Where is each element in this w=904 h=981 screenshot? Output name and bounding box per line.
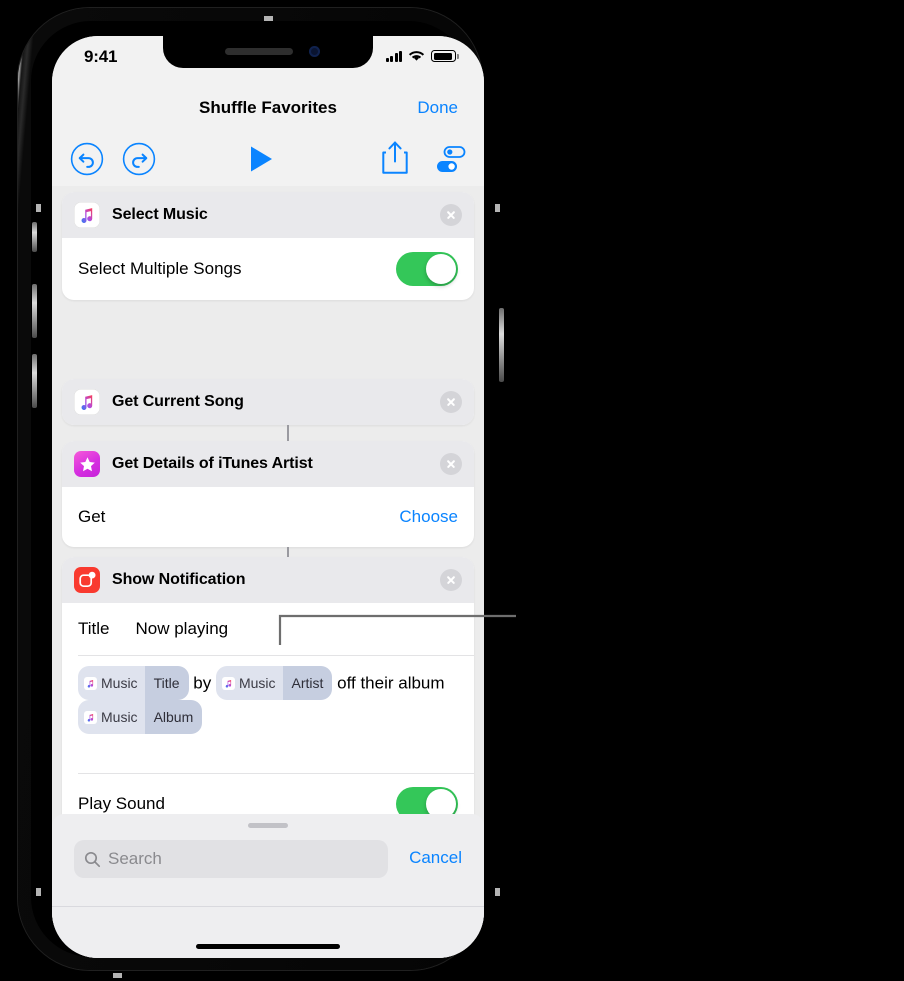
notification-text-by: by [193, 673, 212, 693]
apple-music-icon [221, 676, 235, 690]
notification-text-off-their: off their [337, 673, 394, 693]
row-label: Get [78, 507, 106, 526]
action-title: Show Notification [112, 571, 246, 588]
redo-icon[interactable] [122, 142, 156, 181]
status-time: 9:41 [84, 47, 118, 66]
antenna-line [495, 888, 500, 896]
token-music-album[interactable]: Music Album [78, 700, 203, 734]
apple-music-icon [84, 676, 97, 690]
itunes-star-icon [74, 451, 100, 477]
action-card-select-music[interactable]: Select Music Select Multiple Songs [62, 192, 474, 300]
wifi-icon [408, 51, 425, 61]
notification-body-field[interactable]: Music Title by Music Artist off their al… [62, 655, 474, 773]
action-row-get[interactable]: Get Choose [62, 487, 474, 547]
remove-action-button[interactable] [440, 453, 462, 475]
divider [52, 906, 484, 907]
action-row-select-multiple-songs[interactable]: Select Multiple Songs [62, 238, 474, 300]
search-placeholder: Search [108, 849, 162, 868]
token-music-title[interactable]: Music Title [78, 666, 189, 700]
antenna-line [36, 204, 41, 212]
divider [78, 655, 474, 656]
action-card-get-details-itunes-artist[interactable]: Get Details of iTunes Artist Get Choose [62, 441, 474, 547]
share-icon[interactable] [380, 140, 410, 181]
choose-button[interactable]: Choose [399, 507, 458, 527]
row-label: Select Multiple Songs [78, 259, 242, 278]
notification-icon [74, 567, 100, 593]
battery-icon [431, 50, 459, 62]
silent-switch-button[interactable] [32, 222, 37, 252]
status-icons [385, 50, 459, 62]
action-card-get-current-song[interactable]: Get Current Song [62, 379, 474, 425]
settings-toggles-icon[interactable] [436, 146, 466, 179]
search-bottom-sheet[interactable]: Search Cancel [52, 814, 484, 958]
undo-icon[interactable] [70, 142, 104, 181]
search-input[interactable]: Search [74, 840, 388, 878]
title-field-label: Title [78, 619, 110, 638]
power-button[interactable] [499, 308, 504, 382]
title-field-value[interactable]: Now playing [136, 619, 229, 639]
token-app-part: Music [215, 666, 283, 700]
action-card-header[interactable]: Select Music [62, 192, 474, 238]
volume-down-button[interactable] [32, 354, 37, 408]
antenna-line [495, 204, 500, 212]
action-title: Get Details of iTunes Artist [112, 455, 313, 472]
editor-toolbar [52, 132, 484, 186]
select-multiple-songs-toggle[interactable] [396, 252, 458, 286]
token-app-label: Music [101, 709, 138, 725]
token-field-label: Album [144, 700, 203, 734]
divider [78, 773, 474, 774]
action-card-header[interactable]: Get Current Song [62, 379, 474, 425]
remove-action-button[interactable] [440, 391, 462, 413]
token-app-label: Music [101, 675, 138, 691]
action-row-title[interactable]: Title Now playing [62, 603, 474, 655]
remove-action-button[interactable] [440, 204, 462, 226]
token-field-label: Artist [282, 666, 333, 700]
earpiece-speaker-icon [225, 48, 293, 55]
action-card-header[interactable]: Show Notification [62, 557, 474, 603]
action-card-header[interactable]: Get Details of iTunes Artist [62, 441, 474, 487]
apple-music-icon [74, 389, 100, 415]
cellular-signal-icon [385, 50, 402, 62]
token-app-label: Music [238, 675, 276, 691]
remove-action-button[interactable] [440, 569, 462, 591]
notch [163, 36, 373, 68]
done-button[interactable]: Done [417, 98, 458, 118]
sheet-grabber-handle[interactable] [248, 823, 288, 828]
home-indicator[interactable] [196, 944, 340, 949]
token-app-part: Music [78, 666, 145, 700]
play-icon[interactable] [248, 144, 276, 179]
antenna-line [36, 888, 41, 896]
front-camera-icon [309, 46, 320, 57]
antenna-line [264, 16, 273, 21]
action-connector [287, 425, 289, 441]
antenna-line [113, 973, 122, 978]
search-icon [84, 851, 101, 867]
phone-screen: 9:41 Shuffle Favorites Done Select Music… [52, 36, 484, 958]
navigation-bar: Shuffle Favorites Done [52, 80, 484, 132]
notification-text-album: album [398, 673, 445, 693]
token-app-part: Music [78, 700, 145, 734]
volume-up-button[interactable] [32, 284, 37, 338]
token-field-label: Title [144, 666, 189, 700]
token-music-artist[interactable]: Music Artist [215, 666, 333, 700]
action-card-show-notification[interactable]: Show Notification Title Now playing Musi… [62, 557, 474, 835]
phone-frame: 9:41 Shuffle Favorites Done Select Music… [18, 8, 504, 978]
row-label: Play Sound [78, 794, 165, 813]
action-title: Select Music [112, 206, 208, 223]
apple-music-icon [84, 710, 97, 724]
apple-music-icon [74, 202, 100, 228]
action-title: Get Current Song [112, 393, 244, 410]
cancel-button[interactable]: Cancel [409, 848, 462, 868]
